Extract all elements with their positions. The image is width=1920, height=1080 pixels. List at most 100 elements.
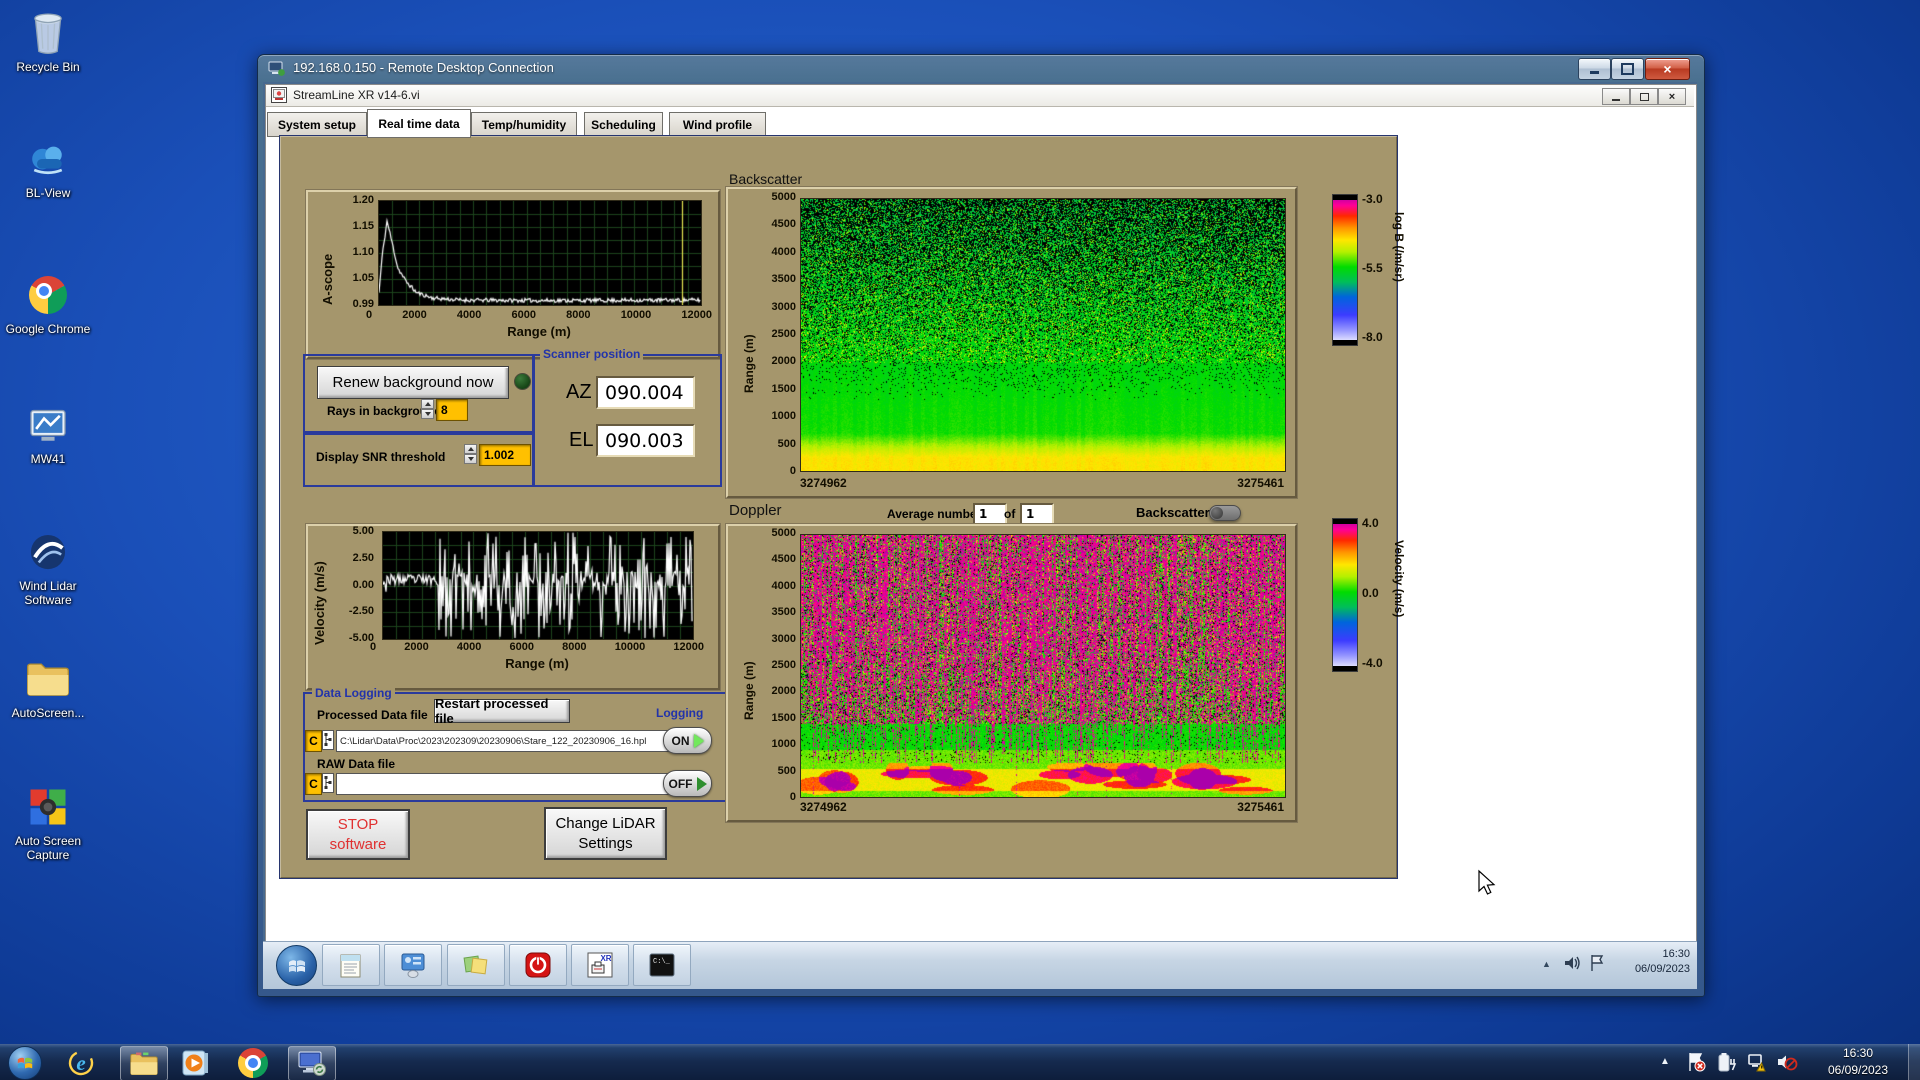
backscatter-plot[interactable] xyxy=(800,198,1286,472)
rdp-maximize-button[interactable] xyxy=(1611,58,1644,80)
tab-label: Wind profile xyxy=(682,117,753,132)
path-browse-icon[interactable] xyxy=(322,773,334,793)
host-clock[interactable]: 16:30 06/09/2023 xyxy=(1812,1045,1904,1079)
el-value-field[interactable]: 090.003 xyxy=(596,424,695,457)
app-minimize-button[interactable] xyxy=(1602,88,1630,105)
maximize-icon xyxy=(1621,63,1634,75)
raw-logging-toggle-off[interactable]: OFF xyxy=(663,770,712,797)
labview-vi-icon xyxy=(271,87,287,103)
tab-system-setup[interactable]: System setup xyxy=(267,112,367,137)
stop-software-button[interactable]: STOP software xyxy=(306,809,410,860)
doppler-x-ticks: 3274962 3275461 xyxy=(800,800,1284,814)
average-total-field[interactable]: 1 xyxy=(1020,503,1054,525)
remote-taskbar-sticky-notes-button[interactable] xyxy=(447,944,505,986)
spin-down-icon[interactable] xyxy=(464,454,477,464)
app-restore-button[interactable] xyxy=(1630,88,1658,105)
desktop-icon-label: MW41 xyxy=(30,452,66,466)
snr-spinner[interactable] xyxy=(464,444,477,464)
show-desktop-button[interactable] xyxy=(1908,1044,1920,1080)
app-titlebar[interactable] xyxy=(266,85,1694,107)
restart-processed-file-button[interactable]: Restart processed file xyxy=(434,696,570,726)
remote-clock[interactable]: 16:30 06/09/2023 xyxy=(1608,947,1690,977)
windows-flag-icon xyxy=(17,1057,33,1069)
renew-background-label: Renew background now xyxy=(332,374,494,391)
snr-value-field[interactable]: 1.002 xyxy=(479,444,531,466)
remote-taskbar-power-button[interactable] xyxy=(509,944,567,986)
rays-spinner[interactable] xyxy=(421,399,434,419)
ascope-y-axis-title: A-scope xyxy=(320,253,335,305)
backscatter-x-ticks: 3274962 3275461 xyxy=(800,476,1284,490)
remote-start-button[interactable] xyxy=(276,945,317,986)
spin-down-icon[interactable] xyxy=(421,409,434,419)
processed-path-field[interactable]: C:\Lidar\Data\Proc\2023\202309\20230906\… xyxy=(336,730,675,752)
velocity-plot[interactable] xyxy=(382,531,694,640)
remote-taskbar-command-prompt-button[interactable]: C:\_ xyxy=(633,944,691,986)
doppler-plot[interactable] xyxy=(800,534,1286,798)
tab-wind-profile[interactable]: Wind profile xyxy=(669,112,766,137)
drive-letter-badge[interactable]: C xyxy=(305,773,322,795)
desktop-icon-auto-screen-capture[interactable]: Auto Screen Capture xyxy=(2,784,94,862)
doppler-y-ticks: 5000 4500 4000 3500 3000 2500 2000 1500 1000 500 0 xyxy=(771,527,796,803)
desktop-icon-bl-view[interactable]: BL-View xyxy=(2,136,94,200)
renew-background-button[interactable]: Renew background now xyxy=(317,366,509,399)
backscatter-colorbar xyxy=(1332,194,1358,346)
app-close-button[interactable]: × xyxy=(1658,88,1686,105)
remote-taskbar-control-panel-button[interactable] xyxy=(384,944,442,986)
host-taskbar-internet-explorer-button[interactable]: e xyxy=(66,1048,96,1078)
stop-line2: software xyxy=(329,835,387,853)
tab-scheduling[interactable]: Scheduling xyxy=(584,112,663,137)
change-lidar-settings-button[interactable]: Change LiDAR Settings xyxy=(544,807,667,860)
host-start-button[interactable] xyxy=(8,1046,42,1080)
host-volume-muted-icon[interactable] xyxy=(1776,1051,1798,1073)
path-browse-icon[interactable] xyxy=(322,730,334,750)
backscatter-y-ticks: 5000 4500 4000 3500 3000 2500 2000 1500 1000 500 0 xyxy=(771,191,796,477)
scanner-position-box xyxy=(533,354,722,487)
rays-value-field[interactable]: 8 xyxy=(436,399,468,421)
spin-up-icon[interactable] xyxy=(421,399,434,409)
desktop-icon-recycle-bin[interactable]: Recycle Bin xyxy=(2,10,94,74)
drive-letter: C xyxy=(309,777,318,791)
backscatter-colorbar-ticks: -3.0 -5.5 -8.0 xyxy=(1362,192,1383,344)
tab-temp-humidity[interactable]: Temp/humidity xyxy=(471,112,577,137)
host-taskbar-explorer-button[interactable] xyxy=(120,1046,168,1080)
desktop-icon-autoscreen-folder[interactable]: AutoScreen... xyxy=(2,656,94,720)
ascope-plot[interactable] xyxy=(378,200,702,306)
tab-label: Scheduling xyxy=(591,117,656,132)
average-number-field[interactable]: 1 xyxy=(973,503,1007,525)
raw-path-field[interactable] xyxy=(336,773,672,795)
drive-letter-badge[interactable]: C xyxy=(305,730,322,752)
desktop-icon-wind-lidar[interactable]: Wind Lidar Software xyxy=(2,529,94,607)
host-tray-expand-icon[interactable]: ▲ xyxy=(1660,1056,1670,1067)
backscatter-display-toggle[interactable] xyxy=(1209,505,1241,521)
remote-volume-icon[interactable] xyxy=(1562,953,1582,973)
host-action-center-flag-icon[interactable] xyxy=(1686,1051,1706,1073)
average-number-label: Average number xyxy=(887,507,982,521)
mw41-icon xyxy=(25,402,71,448)
desktop-icon-google-chrome[interactable]: Google Chrome xyxy=(2,272,94,336)
minimize-icon xyxy=(1590,71,1599,74)
change-line2: Settings xyxy=(578,834,633,852)
desktop-icon-mw41[interactable]: MW41 xyxy=(2,402,94,466)
host-network-warning-icon[interactable] xyxy=(1746,1051,1768,1073)
az-value: 090.004 xyxy=(605,381,684,404)
remote-taskbar-notepad-button[interactable] xyxy=(322,944,380,986)
host-taskbar-rdp-button[interactable] xyxy=(288,1046,336,1080)
rdp-close-button[interactable]: × xyxy=(1645,58,1690,80)
remote-tray-expand-icon[interactable]: ▲ xyxy=(1542,959,1551,969)
processed-logging-toggle-on[interactable]: ON xyxy=(663,727,712,754)
host-power-battery-icon[interactable] xyxy=(1716,1051,1738,1073)
svg-text:e: e xyxy=(76,1051,85,1075)
host-taskbar-media-player-button[interactable] xyxy=(180,1048,210,1078)
remote-taskbar-streamline-xr-button[interactable]: XR xyxy=(571,944,629,986)
rdp-window-title: 192.168.0.150 - Remote Desktop Connectio… xyxy=(293,60,554,75)
drive-letter: C xyxy=(309,734,318,748)
tab-real-time-data[interactable]: Real time data xyxy=(367,109,471,138)
host-taskbar-chrome-button[interactable] xyxy=(238,1048,268,1078)
raw-data-file-label: RAW Data file xyxy=(317,757,396,771)
az-value-field[interactable]: 090.004 xyxy=(596,376,695,409)
spin-up-icon[interactable] xyxy=(464,444,477,454)
remote-action-center-flag-icon[interactable] xyxy=(1588,953,1606,973)
rdp-minimize-button[interactable] xyxy=(1578,58,1611,80)
windows-explorer-icon xyxy=(130,1052,158,1075)
close-icon: × xyxy=(1668,90,1676,103)
